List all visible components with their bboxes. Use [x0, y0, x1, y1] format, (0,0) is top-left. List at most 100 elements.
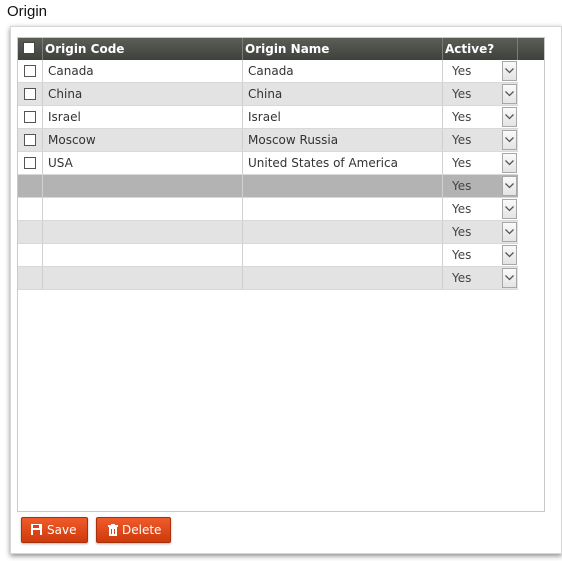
row-select-cell — [18, 198, 43, 220]
active-select[interactable]: Yes — [443, 152, 518, 174]
active-select-value: Yes — [452, 202, 472, 216]
active-select[interactable]: Yes — [443, 106, 518, 128]
chevron-down-icon — [505, 252, 514, 258]
active-select-value: Yes — [452, 87, 472, 101]
origin-name-cell[interactable] — [243, 221, 443, 243]
active-select[interactable]: Yes — [443, 129, 518, 151]
trash-icon — [108, 524, 118, 536]
origin-code-cell[interactable] — [43, 221, 243, 243]
origin-name-cell[interactable]: Moscow Russia — [243, 129, 443, 151]
page-title: Origin — [7, 3, 48, 20]
row-select-cell — [18, 129, 43, 151]
origin-panel: Origin Code Origin Name Active? Canada Ca… — [10, 26, 562, 554]
origin-code-cell[interactable] — [43, 198, 243, 220]
chevron-down-icon — [505, 206, 514, 212]
row-checkbox[interactable] — [24, 111, 36, 123]
origin-code-cell[interactable] — [43, 267, 243, 289]
row-checkbox[interactable] — [24, 88, 36, 100]
row-select-cell — [18, 221, 43, 243]
origin-code-cell[interactable]: Moscow — [43, 129, 243, 151]
origin-code-cell[interactable] — [43, 244, 243, 266]
row-select-cell — [18, 244, 43, 266]
save-button[interactable]: Save — [21, 517, 88, 543]
table-row[interactable]: Canada Canada Yes — [18, 60, 518, 83]
table-row[interactable]: USA United States of America Yes — [18, 152, 518, 175]
origin-name-cell[interactable]: Israel — [243, 106, 443, 128]
chevron-down-icon — [505, 183, 514, 189]
save-button-label: Save — [47, 523, 77, 537]
origin-code-cell[interactable]: USA — [43, 152, 243, 174]
origin-grid: Origin Code Origin Name Active? Canada Ca… — [17, 37, 545, 512]
active-select[interactable]: Yes — [443, 83, 518, 105]
dropdown-button[interactable] — [502, 61, 517, 81]
active-select-value: Yes — [452, 225, 472, 239]
chevron-down-icon — [505, 229, 514, 235]
origin-code-cell[interactable]: Israel — [43, 106, 243, 128]
dropdown-button[interactable] — [502, 84, 517, 104]
origin-name-cell[interactable] — [243, 175, 443, 197]
active-select[interactable]: Yes — [443, 267, 518, 289]
chevron-down-icon — [505, 160, 514, 166]
active-select-value: Yes — [452, 248, 472, 262]
active-select-value: Yes — [452, 110, 472, 124]
active-select-value: Yes — [452, 133, 472, 147]
select-all-checkbox[interactable] — [23, 42, 35, 54]
chevron-down-icon — [505, 68, 514, 74]
column-header-active[interactable]: Active? — [443, 38, 518, 60]
delete-button-label: Delete — [122, 523, 162, 537]
origin-code-cell[interactable]: Canada — [43, 60, 243, 82]
dropdown-button[interactable] — [502, 268, 517, 288]
column-header-origin-name[interactable]: Origin Name — [243, 38, 443, 60]
row-select-cell — [18, 60, 43, 82]
origin-name-cell[interactable]: Canada — [243, 60, 443, 82]
origin-name-cell[interactable] — [243, 244, 443, 266]
chevron-down-icon — [505, 91, 514, 97]
row-checkbox[interactable] — [24, 65, 36, 77]
table-row[interactable]: Yes — [18, 175, 518, 198]
active-select-value: Yes — [452, 271, 472, 285]
table-row[interactable]: Yes — [18, 198, 518, 221]
active-select[interactable]: Yes — [443, 221, 518, 243]
dropdown-button[interactable] — [502, 245, 517, 265]
floppy-disk-icon — [31, 524, 42, 535]
delete-button[interactable]: Delete — [96, 517, 171, 543]
origin-name-cell[interactable]: United States of America — [243, 152, 443, 174]
active-select[interactable]: Yes — [443, 175, 518, 197]
active-select-value: Yes — [452, 156, 472, 170]
dropdown-button[interactable] — [502, 222, 517, 242]
header-select-cell — [18, 38, 43, 60]
dropdown-button[interactable] — [502, 199, 517, 219]
row-select-cell — [18, 267, 43, 289]
dropdown-button[interactable] — [502, 153, 517, 173]
active-select-value: Yes — [452, 64, 472, 78]
origin-name-cell[interactable] — [243, 267, 443, 289]
active-select[interactable]: Yes — [443, 60, 518, 82]
grid-body: Canada Canada Yes China China Yes Israel Israel… — [18, 60, 518, 290]
table-row[interactable]: China China Yes — [18, 83, 518, 106]
grid-header: Origin Code Origin Name Active? — [18, 38, 544, 60]
chevron-down-icon — [505, 114, 514, 120]
dropdown-button[interactable] — [502, 176, 517, 196]
table-row[interactable]: Yes — [18, 244, 518, 267]
origin-code-cell[interactable] — [43, 175, 243, 197]
active-select[interactable]: Yes — [443, 198, 518, 220]
row-select-cell — [18, 106, 43, 128]
table-row[interactable]: Moscow Moscow Russia Yes — [18, 129, 518, 152]
chevron-down-icon — [505, 137, 514, 143]
row-select-cell — [18, 83, 43, 105]
row-checkbox[interactable] — [24, 157, 36, 169]
table-row[interactable]: Yes — [18, 267, 518, 290]
origin-name-cell[interactable]: China — [243, 83, 443, 105]
row-checkbox[interactable] — [24, 134, 36, 146]
dropdown-button[interactable] — [502, 130, 517, 150]
column-header-origin-code[interactable]: Origin Code — [43, 38, 243, 60]
table-row[interactable]: Yes — [18, 221, 518, 244]
active-select[interactable]: Yes — [443, 244, 518, 266]
row-select-cell — [18, 152, 43, 174]
row-select-cell — [18, 175, 43, 197]
table-row[interactable]: Israel Israel Yes — [18, 106, 518, 129]
active-select-value: Yes — [452, 179, 472, 193]
origin-code-cell[interactable]: China — [43, 83, 243, 105]
dropdown-button[interactable] — [502, 107, 517, 127]
origin-name-cell[interactable] — [243, 198, 443, 220]
